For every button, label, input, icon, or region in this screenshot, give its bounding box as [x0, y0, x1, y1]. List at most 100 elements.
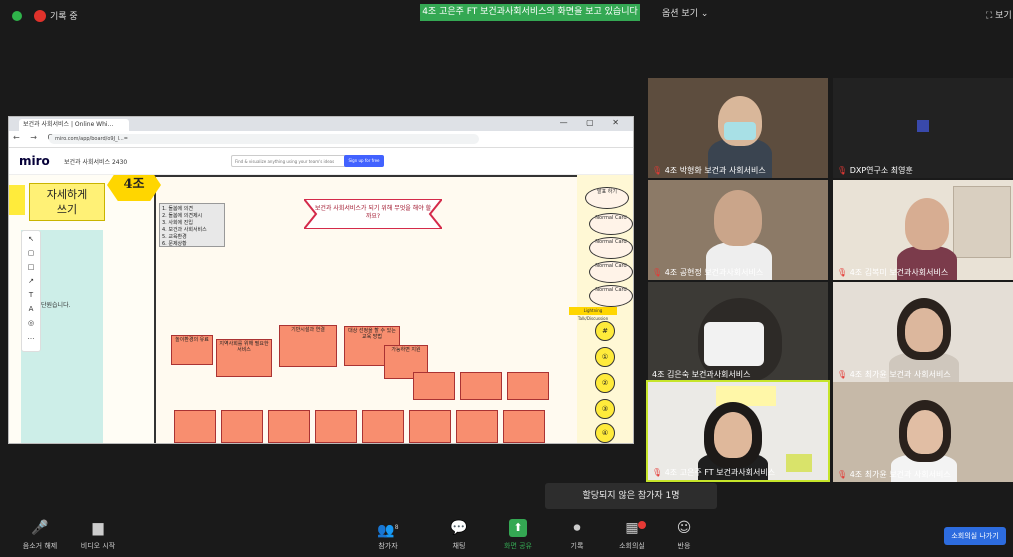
participant-name: 🎙 4조 고은주 FT 보건과사회서비스 [652, 467, 775, 478]
text-tool-icon[interactable]: T [22, 291, 40, 299]
participant-count: 8 [394, 524, 399, 531]
sticky-box[interactable] [221, 410, 263, 443]
video-tile[interactable]: 🎙 4조 최가윤 보건과 사회서비스 [833, 382, 1013, 482]
participant-face [714, 412, 752, 458]
template-tool-icon[interactable]: ▢ [22, 249, 40, 257]
group-label-hexagon[interactable]: 4조 [107, 175, 161, 201]
security-shield-icon[interactable] [12, 11, 22, 21]
signup-button[interactable]: Sign up for free [344, 155, 384, 167]
number-circle[interactable]: # [595, 321, 615, 341]
sticky-box[interactable] [315, 410, 357, 443]
sticky-box[interactable] [413, 372, 455, 400]
reactions-button[interactable]: ☺ 반응 [662, 519, 706, 551]
sticky-box[interactable]: 놀이환경의 유료 [171, 335, 213, 365]
video-tile[interactable]: 🎙 4조 박형화 보건과 사회서비스 [648, 78, 828, 178]
number-circle[interactable]: ③ [595, 399, 615, 419]
oval-card[interactable]: Normal Card [589, 285, 633, 307]
window-controls[interactable]: — ▢ ✕ [560, 118, 627, 127]
yellow-sticky-edge [9, 185, 25, 215]
sticky-box[interactable] [174, 410, 216, 443]
reactions-label: 반응 [677, 542, 691, 550]
shape-tool-icon[interactable]: □ [22, 263, 40, 271]
mic-off-icon: 🎙 [652, 468, 663, 477]
chat-button[interactable]: 💬 채팅 [437, 519, 481, 551]
participants-icon: 👥8 [366, 519, 410, 539]
participant-name: 🎙 4조 김복미 보건과사회서비스 [837, 267, 948, 278]
url-field[interactable]: miro.com/app/board/o9J_l...= [49, 134, 479, 144]
participants-label: 참가자 [378, 542, 398, 550]
participant-face [907, 410, 943, 454]
participant-name: 🎙 4조 공현정 보건과사회서비스 [652, 267, 763, 278]
browser-tab[interactable]: 보건과 사회서비스 | Online Whi... [19, 119, 129, 131]
view-toggle-button[interactable]: ⛶ 보기 [986, 8, 1012, 21]
number-circle[interactable]: ④ [595, 423, 615, 443]
unassigned-participants-notice[interactable]: 할당되지 않은 참가자 1명 [545, 483, 717, 509]
sticky-box[interactable]: 지역사회를 위해 필요한 서비스 [216, 339, 272, 377]
bookshelf [953, 186, 1011, 258]
share-screen-button[interactable]: ⬆ 화면 공유 [496, 519, 540, 551]
breakout-badge [638, 521, 646, 529]
list-sticky-note[interactable]: 1. 돌봄에 의견 2. 돌봄에 의견제시 3. 사회에 진입 4. 보건과 사… [159, 203, 225, 247]
participant-name: 🎙 4조 최가윤 보건과 사회서비스 [837, 369, 951, 380]
start-video-button[interactable]: ▆ 비디오 시작 [76, 519, 120, 551]
breakout-rooms-button[interactable]: ▦ 소회의실 [610, 519, 654, 551]
oval-card[interactable]: Normal Card [589, 213, 633, 235]
face-mask [724, 122, 756, 140]
connector-tool-icon[interactable]: ↗ [22, 277, 40, 285]
miro-toolbar: ↖ ▢ □ ↗ T A ◎ … [21, 230, 41, 352]
comment-tool-icon[interactable]: ◎ [22, 319, 40, 327]
miro-search-input[interactable]: Find & visualize anything using your tea… [231, 155, 349, 167]
record-button[interactable]: ⏺ 기록 [555, 519, 599, 551]
pen-tool-icon[interactable]: A [22, 305, 40, 313]
miro-board-canvas[interactable]: 자세하게 쓰기 단원습니다. ↖ ▢ □ ↗ T A ◎ … 4조 1. 돌봄에… [9, 175, 633, 443]
browser-tab-bar: 보건과 사회서비스 | Online Whi... — ▢ ✕ [9, 117, 633, 131]
sticky-box[interactable] [456, 410, 498, 443]
more-tools-icon[interactable]: … [22, 333, 40, 341]
breakout-rooms-label: 소회의실 [619, 542, 645, 550]
sticky-box[interactable] [507, 372, 549, 400]
sticky-box[interactable] [503, 410, 545, 443]
participant-name-text: DXP연구소 최영훈 [849, 166, 913, 175]
leave-breakout-room-button[interactable]: 소회의실 나가기 [944, 527, 1006, 545]
active-speaker-tile[interactable]: 🎙 4조 고은주 FT 보건과사회서비스 [646, 380, 830, 482]
participant-name: 🎙 DXP연구소 최영훈 [837, 165, 913, 176]
chat-label: 채팅 [452, 542, 466, 550]
video-tile[interactable]: 4조 김은숙 보건과사회서비스 [648, 282, 828, 382]
participant-face [714, 190, 762, 246]
oval-card[interactable]: Normal Card [589, 237, 633, 259]
participants-button[interactable]: 👥8 참가자 [366, 519, 410, 551]
number-circle[interactable]: ① [595, 347, 615, 367]
oval-card[interactable]: Normal Card [589, 261, 633, 283]
unmute-button[interactable]: 🎤 음소거 해제 [18, 519, 62, 551]
participant-name-text: 4조 최가윤 보건과 사회서비스 [849, 470, 951, 479]
sticky-box[interactable]: 기반시설과 연결 [279, 325, 337, 367]
mic-off-icon: 🎙 [652, 166, 663, 175]
number-circle[interactable]: ② [595, 373, 615, 393]
sticky-box[interactable] [362, 410, 404, 443]
sticky-box[interactable] [268, 410, 310, 443]
video-tile[interactable]: 🎙 4조 최가윤 보건과 사회서비스 [833, 282, 1013, 382]
sticky-box[interactable] [409, 410, 451, 443]
board-name[interactable]: 보건과 사회서비스 2430 [64, 157, 127, 166]
select-tool-icon[interactable]: ↖ [22, 235, 40, 243]
participant-name-text: 4조 김은숙 보건과사회서비스 [652, 370, 751, 379]
face-mask [704, 322, 764, 366]
recording-label: 기록 중 [50, 12, 78, 22]
screen-share-banner: 4조 고은주 FT 보건과사회서비스의 화면을 보고 있습니다 [420, 4, 640, 21]
recording-icon [34, 10, 46, 22]
video-tile[interactable]: 🎙 DXP연구소 최영훈 [833, 78, 1013, 178]
mic-off-icon: 🎙 [652, 268, 663, 277]
sticky-box[interactable] [460, 372, 502, 400]
participants-glyph: 👥 [377, 522, 395, 539]
participant-name-text: 4조 김복미 보건과사회서비스 [849, 268, 949, 277]
shared-screen: 보건과 사회서비스 | Online Whi... — ▢ ✕ ← → C mi… [8, 116, 634, 444]
detail-sticky-note[interactable]: 자세하게 쓰기 [29, 183, 105, 221]
oval-card[interactable]: 발표 하기 [585, 187, 629, 209]
chat-icon: 💬 [450, 520, 468, 536]
cyan-frame-text: 단원습니다. [41, 302, 71, 309]
video-tile[interactable]: 🎙 4조 공현정 보건과사회서비스 [648, 180, 828, 280]
miro-logo: miro [19, 154, 50, 168]
participant-name-text: 4조 고은주 FT 보건과사회서비스 [664, 468, 776, 477]
view-options-button[interactable]: 옵션 보기 ⌄ [662, 6, 708, 19]
video-tile[interactable]: 🎙 4조 김복미 보건과사회서비스 [833, 180, 1013, 280]
